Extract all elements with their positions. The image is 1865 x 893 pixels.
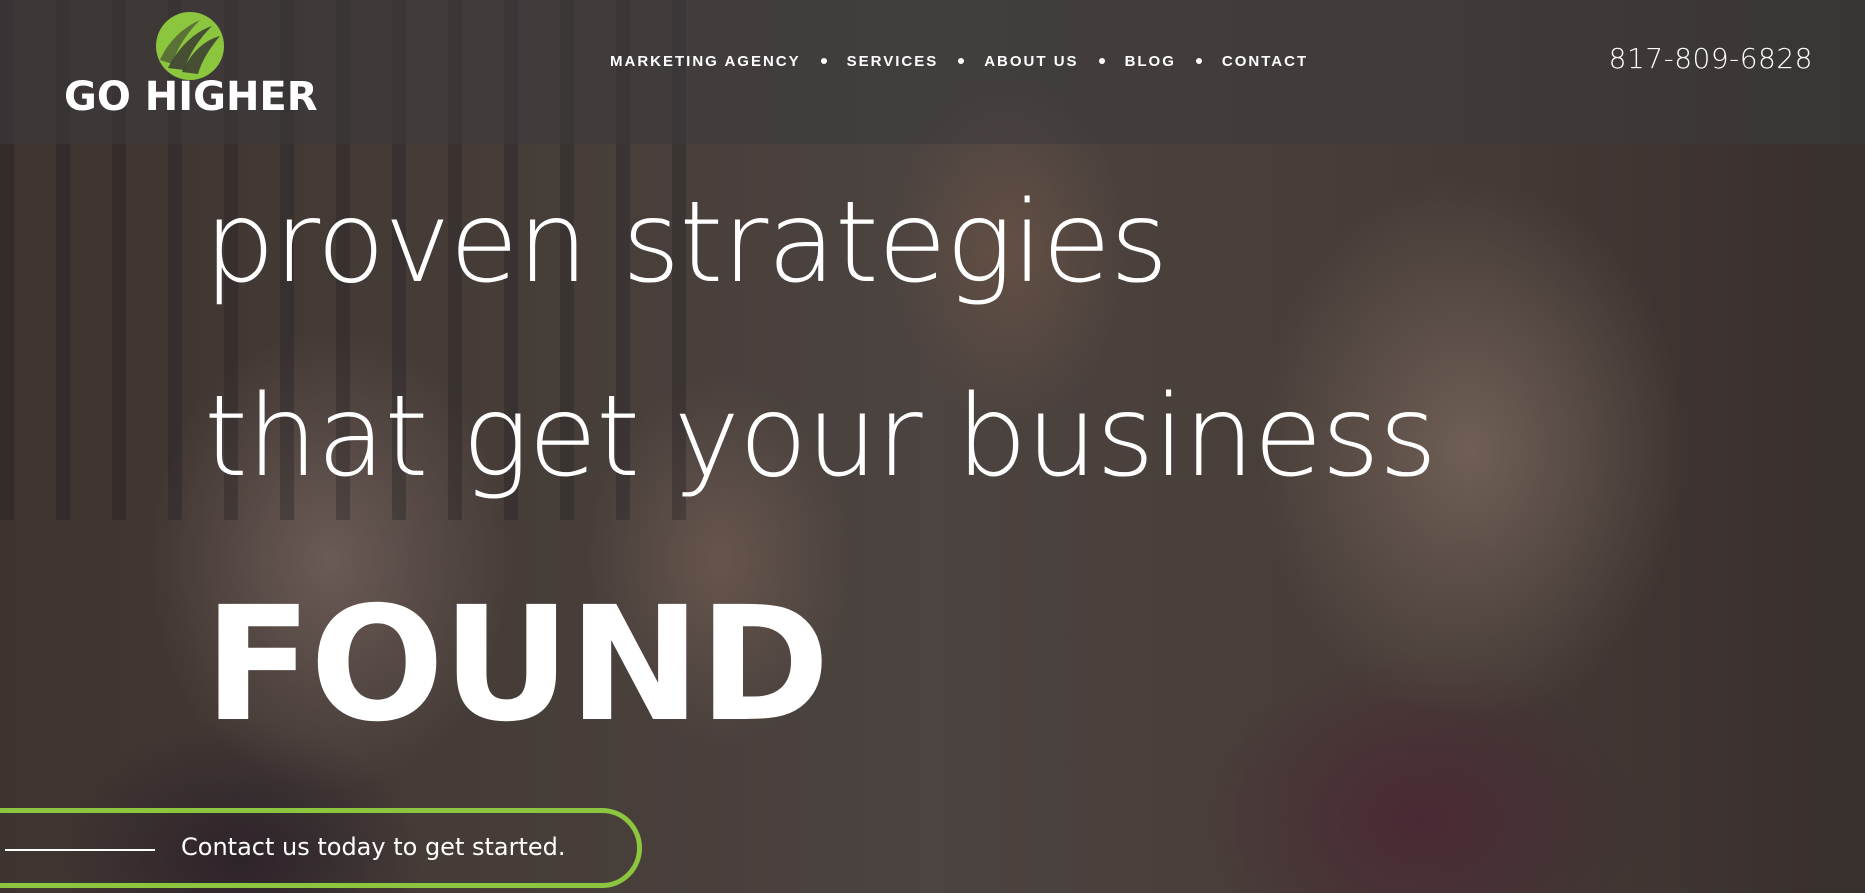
main-nav: MARKETING AGENCY SERVICES ABOUT US BLOG … — [610, 50, 1308, 72]
nav-item-marketing-agency[interactable]: MARKETING AGENCY — [610, 53, 801, 70]
phone-number-link[interactable]: 817-809-6828 — [1609, 42, 1813, 75]
nav-separator-dot — [958, 58, 965, 64]
brand-logo[interactable]: GO HIGHER — [64, 8, 326, 120]
nav-item-contact[interactable]: CONTACT — [1222, 53, 1308, 70]
hero-headline-line-2: that get your business — [204, 372, 1437, 502]
nav-separator-dot — [820, 58, 827, 64]
cta-divider-line — [5, 849, 155, 851]
contact-cta-button[interactable]: Contact us today to get started. — [0, 808, 642, 888]
nav-item-blog[interactable]: BLOG — [1125, 53, 1176, 70]
nav-separator-dot — [1098, 58, 1105, 64]
cta-label: Contact us today to get started. — [181, 833, 566, 861]
hero-section: GO HIGHER MARKETING AGENCY SERVICES ABOU… — [0, 0, 1865, 893]
nav-item-about-us[interactable]: ABOUT US — [984, 53, 1078, 70]
hero-headline-emphasis: FOUND — [204, 573, 830, 757]
nav-item-services[interactable]: SERVICES — [847, 53, 939, 70]
brand-name: GO HIGHER — [64, 74, 318, 120]
leaf-swoosh-icon — [156, 12, 224, 80]
hero-headline-line-1: proven strategies — [204, 178, 1168, 308]
nav-separator-dot — [1195, 58, 1202, 64]
